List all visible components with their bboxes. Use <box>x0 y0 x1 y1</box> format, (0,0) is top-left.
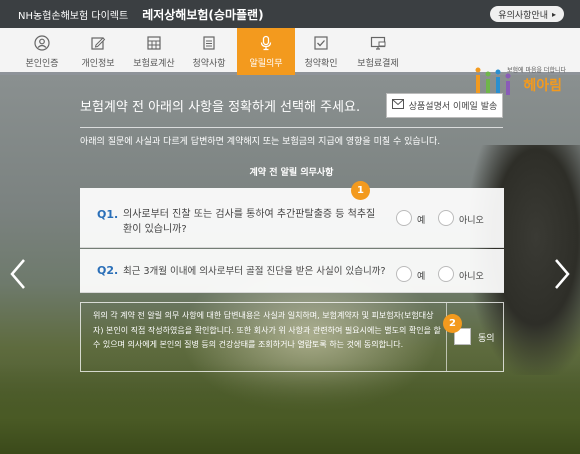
no-label: 아니오 <box>459 216 484 226</box>
step-payment[interactable]: 보험료결제 <box>349 28 407 75</box>
next-arrow[interactable] <box>552 258 572 290</box>
grass-field <box>0 364 580 454</box>
question-text: 의사로부터 진찰 또는 검사를 통하여 추간판탈출증 등 척추질환이 있습니까? <box>123 209 376 235</box>
step-label: 보험료결제 <box>357 59 399 69</box>
top-bar: NH농협손해보험 다이렉트 레저상해보험(승마플랜) 유의사항안내 ▸ <box>0 0 580 28</box>
consent-box: 위의 각 계약 전 알릴 의무 사항에 대한 답변내용은 사실과 일치하며, 보… <box>80 302 504 372</box>
microphone-icon <box>258 35 274 51</box>
step-confirmation[interactable]: 청약확인 <box>294 28 348 75</box>
step-label: 청약사항 <box>192 59 226 69</box>
yes-label: 예 <box>417 272 426 282</box>
step-badge-2: 2 <box>443 314 462 333</box>
logo-slogan: 보험에 마음을 더합니다 <box>506 67 566 74</box>
calculator-icon <box>146 35 162 51</box>
chevron-right-icon <box>555 259 570 289</box>
yes-radio[interactable] <box>396 266 412 282</box>
agree-label: 동의 <box>478 334 495 344</box>
notice-button[interactable]: 유의사항안내 ▸ <box>490 6 564 22</box>
step-badge-1: 1 <box>351 181 370 200</box>
person-icon <box>34 35 50 51</box>
heading-divider <box>80 127 503 128</box>
question-number: Q1. <box>97 208 119 221</box>
prev-arrow[interactable] <box>8 258 28 290</box>
chevron-left-icon <box>10 259 25 289</box>
step-label: 청약확인 <box>304 59 338 69</box>
document-icon <box>201 35 217 51</box>
yes-label: 예 <box>417 216 426 226</box>
brand-name: NH농협손해보험 다이렉트 <box>18 10 129 22</box>
mail-icon <box>391 99 404 112</box>
warning-text: 아래의 질문에 사실과 다르게 답변하면 계약해지 또는 보험금의 지급에 영향… <box>80 137 441 147</box>
section-title: 계약 전 알릴 의무사항 <box>249 168 334 178</box>
no-radio[interactable] <box>438 210 454 226</box>
step-disclosure[interactable]: 알릴의무 <box>237 28 295 75</box>
step-label: 알릴의무 <box>249 59 283 69</box>
no-label: 아니오 <box>459 272 484 282</box>
step-personal-info[interactable]: 개인정보 <box>71 28 125 75</box>
step-label: 본인인증 <box>25 59 59 69</box>
consent-divider <box>446 303 447 371</box>
chevron-right-icon: ▸ <box>551 9 556 19</box>
no-radio[interactable] <box>438 266 454 282</box>
question-row: Q1. 의사로부터 진찰 또는 검사를 통하여 추간판탈출증 등 척추질환이 있… <box>80 188 504 248</box>
question-number: Q2. <box>97 264 119 277</box>
step-navigation: 본인인증 개인정보 보험료계산 청약사항 알릴의무 청약확인 보험료결제 보험에… <box>0 28 580 95</box>
step-application[interactable]: 청약사항 <box>182 28 236 75</box>
edit-icon <box>90 35 106 51</box>
page-heading: 보험계약 전 아래의 사항을 정확하게 선택해 주세요. <box>80 100 361 115</box>
step-identity[interactable]: 본인인증 <box>15 28 69 75</box>
product-title: 레저상해보험(승마플랜) <box>142 7 264 22</box>
monitor-card-icon <box>370 35 386 51</box>
yes-radio[interactable] <box>396 210 412 226</box>
email-brochure-button[interactable]: 상품설명서 이메일 발송 <box>386 93 503 118</box>
question-row: Q2. 최근 3개월 이내에 의사로부터 골절 진단을 받은 사실이 있습니까?… <box>80 249 504 293</box>
question-text: 최근 3개월 이내에 의사로부터 골절 진단을 받은 사실이 있습니까? <box>123 266 386 277</box>
step-label: 보험료계산 <box>133 59 175 69</box>
notice-button-label: 유의사항안내 <box>498 10 548 21</box>
step-label: 개인정보 <box>81 59 115 69</box>
step-premium-calc[interactable]: 보험료계산 <box>127 28 181 75</box>
active-step-indicator <box>237 72 295 75</box>
logo-name: 헤아림 <box>523 78 562 94</box>
consent-text: 위의 각 계약 전 알릴 의무 사항에 대한 답변내용은 사실과 일치하며, 보… <box>93 311 441 349</box>
checkbox-icon <box>313 35 329 51</box>
email-button-label: 상품설명서 이메일 발송 <box>408 102 498 112</box>
